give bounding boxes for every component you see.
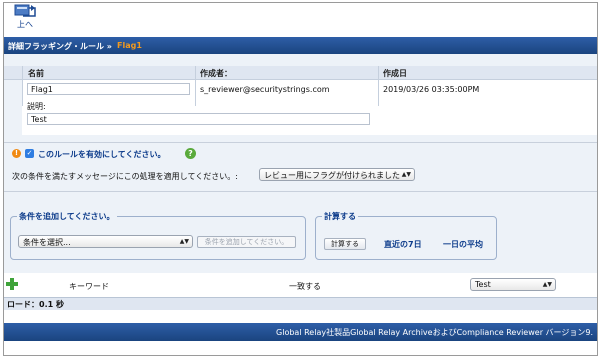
description-label: 説明: bbox=[27, 102, 46, 111]
help-icon[interactable]: ? bbox=[185, 148, 196, 159]
calculate-legend: 計算する bbox=[322, 211, 358, 222]
condition-select[interactable]: 条件を選択... ▲▼ bbox=[18, 235, 193, 248]
column-header-name: 名前 bbox=[28, 69, 44, 78]
conditions-legend: 条件を追加してください。 bbox=[17, 211, 117, 222]
window-frame: 上へ 詳細フラッギング・ルール » Flag1 名前 作成者： 作成日 s_re… bbox=[3, 2, 598, 356]
status-bar: ロード：0.1 秒 bbox=[4, 297, 597, 310]
up-button-label: 上へ bbox=[17, 20, 33, 29]
enable-rule-checkbox[interactable]: ✓ bbox=[25, 149, 34, 158]
toolbar: 上へ bbox=[4, 3, 597, 35]
select-arrow-icon: ▲▼ bbox=[401, 171, 411, 178]
column-header-created: 作成日 bbox=[383, 69, 407, 78]
condition-select-value: 条件を選択... bbox=[23, 238, 71, 247]
match-label: 一致する bbox=[289, 282, 321, 291]
page-title: Flag1 bbox=[117, 41, 142, 50]
created-date-value: 2019/03/26 03:35:00PM bbox=[383, 85, 480, 94]
load-time: ロード：0.1 秒 bbox=[7, 300, 64, 309]
up-button[interactable]: 上へ bbox=[12, 4, 38, 32]
up-arrow-icon bbox=[14, 4, 36, 17]
add-condition-button[interactable]: 条件を追加してください。 bbox=[197, 236, 296, 248]
breadcrumb: 詳細フラッギング・ルール » bbox=[8, 42, 112, 51]
calculate-fieldset: 計算する 計算する 直近の7日 一日の平均 bbox=[315, 211, 497, 260]
add-icon[interactable] bbox=[6, 278, 18, 290]
keyword-row: キーワード 一致する Test ▲▼ bbox=[4, 273, 597, 297]
daily-average-link[interactable]: 一日の平均 bbox=[443, 239, 483, 250]
select-arrow-icon: ▲▼ bbox=[179, 238, 189, 245]
column-divider bbox=[378, 66, 379, 106]
divider bbox=[4, 191, 597, 192]
author-value: s_reviewer@securitystrings.com bbox=[200, 85, 330, 94]
footer-text: Global Relay社製品Global Relay ArchiveおよびCo… bbox=[276, 328, 593, 337]
rule-table-header: 名前 作成者： 作成日 bbox=[4, 66, 597, 80]
description-input[interactable] bbox=[27, 113, 370, 125]
conditions-fieldset: 条件を追加してください。 条件を選択... ▲▼ 条件を追加してください。 bbox=[10, 211, 306, 260]
column-divider bbox=[22, 66, 23, 106]
action-select-value: レビュー用にフラグが付けられました bbox=[264, 171, 400, 180]
select-arrow-icon: ▲▼ bbox=[542, 281, 552, 288]
enable-rule-label: このルールを有効にしてください。 bbox=[38, 150, 166, 159]
action-select[interactable]: レビュー用にフラグが付けられました ▲▼ bbox=[259, 168, 415, 181]
warning-icon: ! bbox=[12, 149, 21, 158]
keyword-select-value: Test bbox=[475, 280, 491, 289]
keyword-label: キーワード bbox=[69, 282, 109, 291]
recent-7-days-link[interactable]: 直近の7日 bbox=[384, 239, 422, 250]
column-divider bbox=[195, 66, 196, 106]
title-bar: 詳細フラッギング・ルール » Flag1 bbox=[4, 37, 597, 54]
calculate-button[interactable]: 計算する bbox=[324, 238, 366, 250]
action-label: 次の条件を満たすメッセージにこの処理を適用してください。: bbox=[12, 172, 238, 181]
footer-bar: Global Relay社製品Global Relay ArchiveおよびCo… bbox=[4, 323, 597, 341]
column-header-author: 作成者： bbox=[200, 69, 232, 78]
divider bbox=[4, 142, 597, 143]
keyword-match-select[interactable]: Test ▲▼ bbox=[470, 278, 556, 291]
rule-name-input[interactable] bbox=[27, 83, 190, 95]
